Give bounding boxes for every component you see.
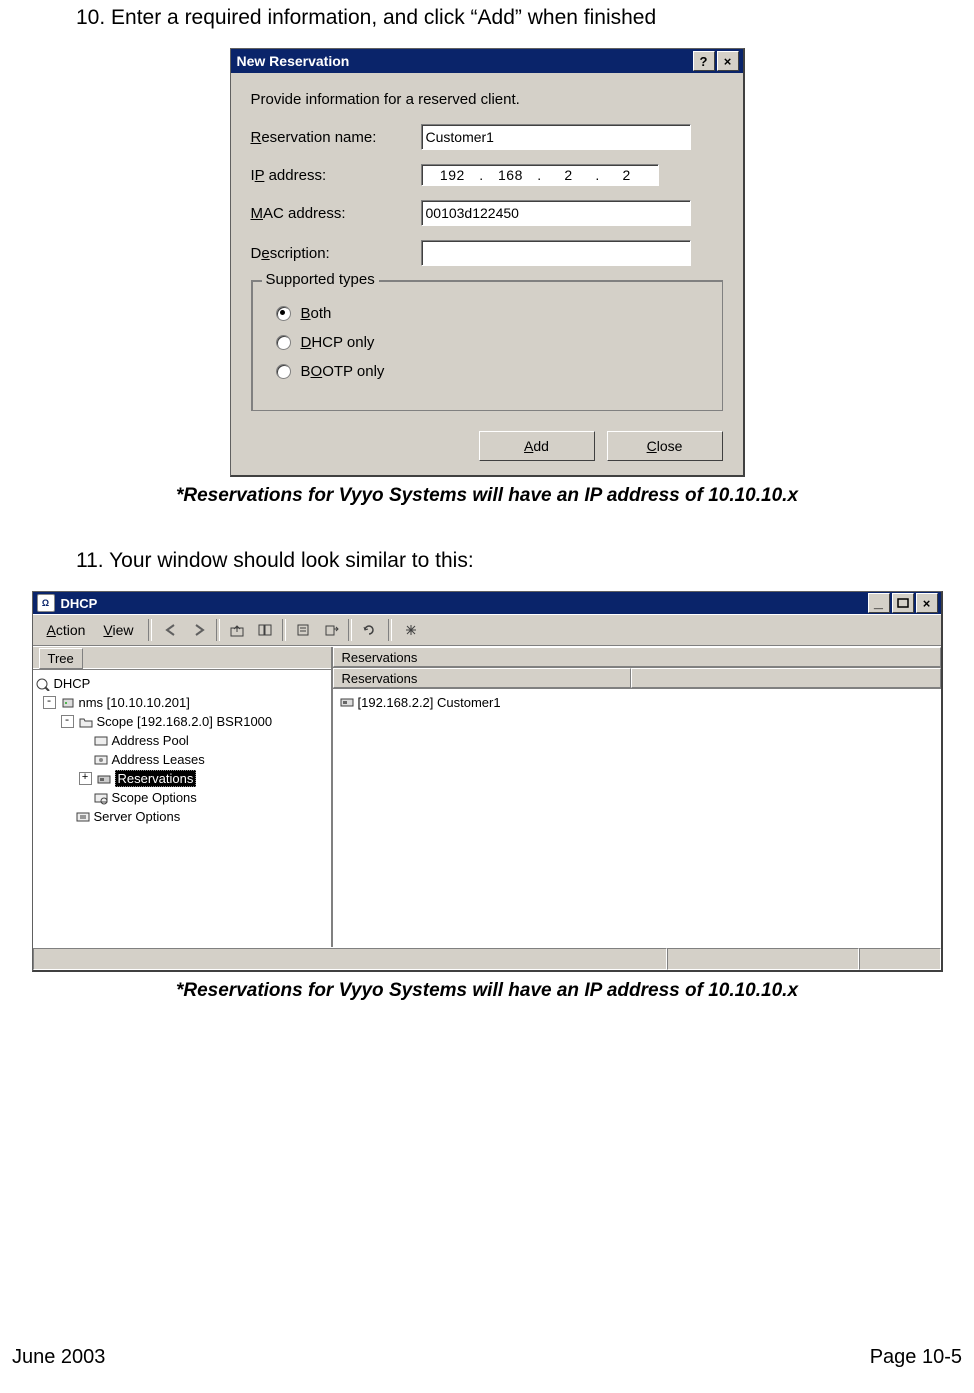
tree-view[interactable]: DHCP - nms [10.10.10.201] - Scope [192.1… bbox=[33, 670, 331, 947]
tree-tab[interactable]: Tree bbox=[39, 648, 83, 669]
tree-address-pool[interactable]: Address Pool bbox=[35, 731, 329, 750]
reservations-icon bbox=[96, 772, 112, 786]
close-icon[interactable]: × bbox=[717, 51, 739, 71]
status-cell-1 bbox=[33, 948, 668, 970]
radio-dhcp[interactable] bbox=[276, 335, 291, 350]
radio-both[interactable] bbox=[276, 306, 291, 321]
dhcp-tool-icon[interactable] bbox=[398, 617, 424, 643]
nav-back-icon[interactable] bbox=[158, 617, 184, 643]
dhcp-root-icon bbox=[35, 677, 51, 691]
supported-types-legend: Supported types bbox=[262, 271, 379, 288]
step-10-text: 10. Enter a required information, and cl… bbox=[76, 6, 962, 30]
dhcp-console-window: Ω DHCP _ × Action View bbox=[32, 591, 943, 972]
status-cell-3 bbox=[859, 948, 940, 970]
tree-nms[interactable]: - nms [10.10.10.201] bbox=[35, 693, 329, 712]
list-item-customer1[interactable]: [192.168.2.2] Customer1 bbox=[339, 693, 935, 711]
help-button[interactable]: ? bbox=[693, 51, 715, 71]
scope-options-icon bbox=[93, 791, 109, 805]
mmc-titlebar[interactable]: Ω DHCP _ × bbox=[33, 592, 941, 614]
description-input[interactable] bbox=[421, 240, 691, 266]
description-label: Description: bbox=[251, 245, 421, 262]
tree-scope-options[interactable]: Scope Options bbox=[35, 788, 329, 807]
reservation-name-label: Reservation name: bbox=[251, 129, 421, 146]
list-column-2[interactable] bbox=[631, 668, 941, 688]
tree-scope[interactable]: - Scope [192.168.2.0] BSR1000 bbox=[35, 712, 329, 731]
dialog-titlebar[interactable]: New Reservation ? × bbox=[231, 49, 743, 73]
step-11-text: 11. Your window should look similar to t… bbox=[76, 549, 962, 573]
up-folder-icon[interactable] bbox=[224, 617, 250, 643]
ip-address-input[interactable]: 192. 168. 2. 2 bbox=[421, 164, 659, 186]
new-reservation-dialog: New Reservation ? × Provide information … bbox=[230, 48, 745, 477]
export-list-icon[interactable] bbox=[318, 617, 344, 643]
tree-server-options[interactable]: Server Options bbox=[35, 807, 329, 826]
ip-octet-2[interactable]: 168 bbox=[484, 167, 538, 183]
maximize-button[interactable] bbox=[892, 593, 914, 613]
tree-root[interactable]: DHCP bbox=[35, 674, 329, 693]
tree-reservations[interactable]: + Reservations bbox=[35, 769, 329, 788]
ip-octet-4[interactable]: 2 bbox=[600, 167, 654, 183]
radio-dhcp-row[interactable]: DHCP only bbox=[276, 334, 708, 351]
show-hide-tree-icon[interactable] bbox=[252, 617, 278, 643]
mac-address-input[interactable] bbox=[421, 200, 691, 226]
address-pool-icon bbox=[93, 734, 109, 748]
reservation-name-input[interactable] bbox=[421, 124, 691, 150]
mac-address-label: MAC address: bbox=[251, 205, 421, 222]
note-1: *Reservations for Vyyo Systems will have… bbox=[12, 485, 962, 507]
tree-address-leases[interactable]: Address Leases bbox=[35, 750, 329, 769]
address-leases-icon bbox=[93, 753, 109, 767]
footer-page: Page 10-5 bbox=[870, 1346, 962, 1369]
tree-pane: Tree DHCP - nms [10.10.10.201] bbox=[33, 647, 333, 947]
menu-view[interactable]: View bbox=[95, 620, 141, 640]
dialog-caption: Provide information for a reserved clien… bbox=[251, 91, 723, 108]
nav-forward-icon[interactable] bbox=[186, 617, 212, 643]
expander-icon[interactable]: - bbox=[43, 696, 56, 709]
server-options-icon bbox=[75, 810, 91, 824]
server-icon bbox=[60, 696, 76, 710]
note-2: *Reservations for Vyyo Systems will have… bbox=[12, 980, 962, 1002]
list-title-header: Reservations bbox=[333, 647, 941, 667]
mmc-title: DHCP bbox=[61, 596, 98, 611]
radio-both-row[interactable]: Both bbox=[276, 305, 708, 322]
radio-both-label: Both bbox=[301, 305, 332, 322]
mmc-toolbar: Action View bbox=[33, 614, 941, 646]
add-button[interactable]: Add bbox=[479, 431, 595, 461]
minimize-button[interactable]: _ bbox=[868, 593, 890, 613]
dhcp-app-icon: Ω bbox=[37, 594, 55, 612]
close-button[interactable]: Close bbox=[607, 431, 723, 461]
folder-icon bbox=[78, 715, 94, 729]
ip-octet-3[interactable]: 2 bbox=[542, 167, 596, 183]
reservation-item-icon bbox=[339, 695, 355, 709]
properties-icon[interactable] bbox=[290, 617, 316, 643]
expander-icon[interactable]: + bbox=[79, 772, 92, 785]
list-pane: Reservations Reservations [192.168.2.2] … bbox=[333, 647, 941, 947]
radio-bootp[interactable] bbox=[276, 364, 291, 379]
ip-address-label: IP address: bbox=[251, 167, 421, 184]
dialog-title: New Reservation bbox=[237, 53, 691, 69]
radio-bootp-label: BOOTP only bbox=[301, 363, 385, 380]
status-cell-2 bbox=[667, 948, 859, 970]
close-window-button[interactable]: × bbox=[916, 593, 938, 613]
refresh-icon[interactable] bbox=[356, 617, 382, 643]
radio-dhcp-label: DHCP only bbox=[301, 334, 375, 351]
supported-types-group: Supported types Both DHCP only BOOTP onl… bbox=[251, 280, 723, 411]
radio-bootp-row[interactable]: BOOTP only bbox=[276, 363, 708, 380]
list-body[interactable]: [192.168.2.2] Customer1 bbox=[333, 689, 941, 947]
status-bar bbox=[33, 947, 941, 970]
list-column-reservations[interactable]: Reservations bbox=[333, 668, 631, 688]
footer-date: June 2003 bbox=[12, 1346, 105, 1369]
ip-octet-1[interactable]: 192 bbox=[426, 167, 480, 183]
menu-action[interactable]: Action bbox=[39, 620, 94, 640]
expander-icon[interactable]: - bbox=[61, 715, 74, 728]
